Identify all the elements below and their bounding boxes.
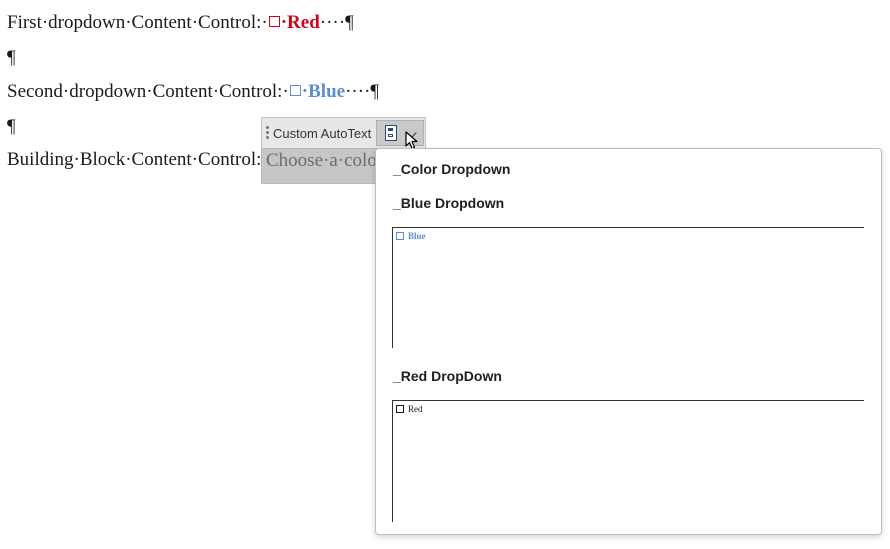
- document-gallery-icon: [385, 125, 397, 141]
- autotext-gallery[interactable]: _Color Dropdown _Blue Dropdown Blue _Red…: [375, 148, 882, 535]
- doc-line-first-dropdown: First·dropdown·Content·Control:· ·Red····…: [7, 12, 354, 34]
- line-label: Second·dropdown·Content·Control:·: [7, 81, 289, 102]
- content-control-tag[interactable]: Custom AutoText: [261, 117, 426, 150]
- line-label: Building·Block·Content·Control:·: [7, 149, 268, 170]
- paragraph-mark: ¶: [7, 116, 16, 137]
- checkbox-square-icon: [396, 405, 404, 413]
- placeholder-text: Choose·a·colo: [266, 150, 377, 171]
- preview-content: Blue: [396, 231, 426, 241]
- preview-content: Red: [396, 404, 423, 414]
- gallery-dropdown-button[interactable]: [376, 120, 424, 150]
- drag-handle-icon[interactable]: [266, 126, 270, 142]
- checkbox-square-icon: [268, 16, 280, 27]
- doc-line-building-block: Building·Block·Content·Control:·: [7, 149, 268, 171]
- building-block-placeholder[interactable]: Choose·a·colo: [261, 148, 377, 184]
- second-dropdown-value[interactable]: ·Blue: [302, 81, 345, 102]
- gallery-preview-blue[interactable]: Blue: [392, 227, 864, 348]
- checkbox-square-icon: [396, 232, 404, 240]
- first-dropdown-value[interactable]: ·Red: [281, 12, 320, 33]
- line-tail: ····¶: [319, 12, 354, 33]
- gallery-preview-red[interactable]: Red: [392, 400, 864, 522]
- line-label: First·dropdown·Content·Control:·: [7, 12, 268, 33]
- gallery-item-color-dropdown[interactable]: _Color Dropdown: [393, 161, 510, 177]
- gallery-item-blue-dropdown[interactable]: _Blue Dropdown: [393, 195, 504, 211]
- preview-text: Red: [408, 404, 423, 414]
- paragraph-mark: ¶: [7, 47, 16, 68]
- content-control-title: Custom AutoText: [273, 126, 372, 141]
- line-tail: ····¶: [345, 81, 380, 102]
- doc-line-second-dropdown: Second·dropdown·Content·Control:· ·Blue··…: [7, 81, 379, 103]
- preview-text: Blue: [408, 231, 426, 241]
- checkbox-square-icon: [289, 85, 301, 96]
- gallery-item-red-dropdown[interactable]: _Red DropDown: [393, 368, 502, 384]
